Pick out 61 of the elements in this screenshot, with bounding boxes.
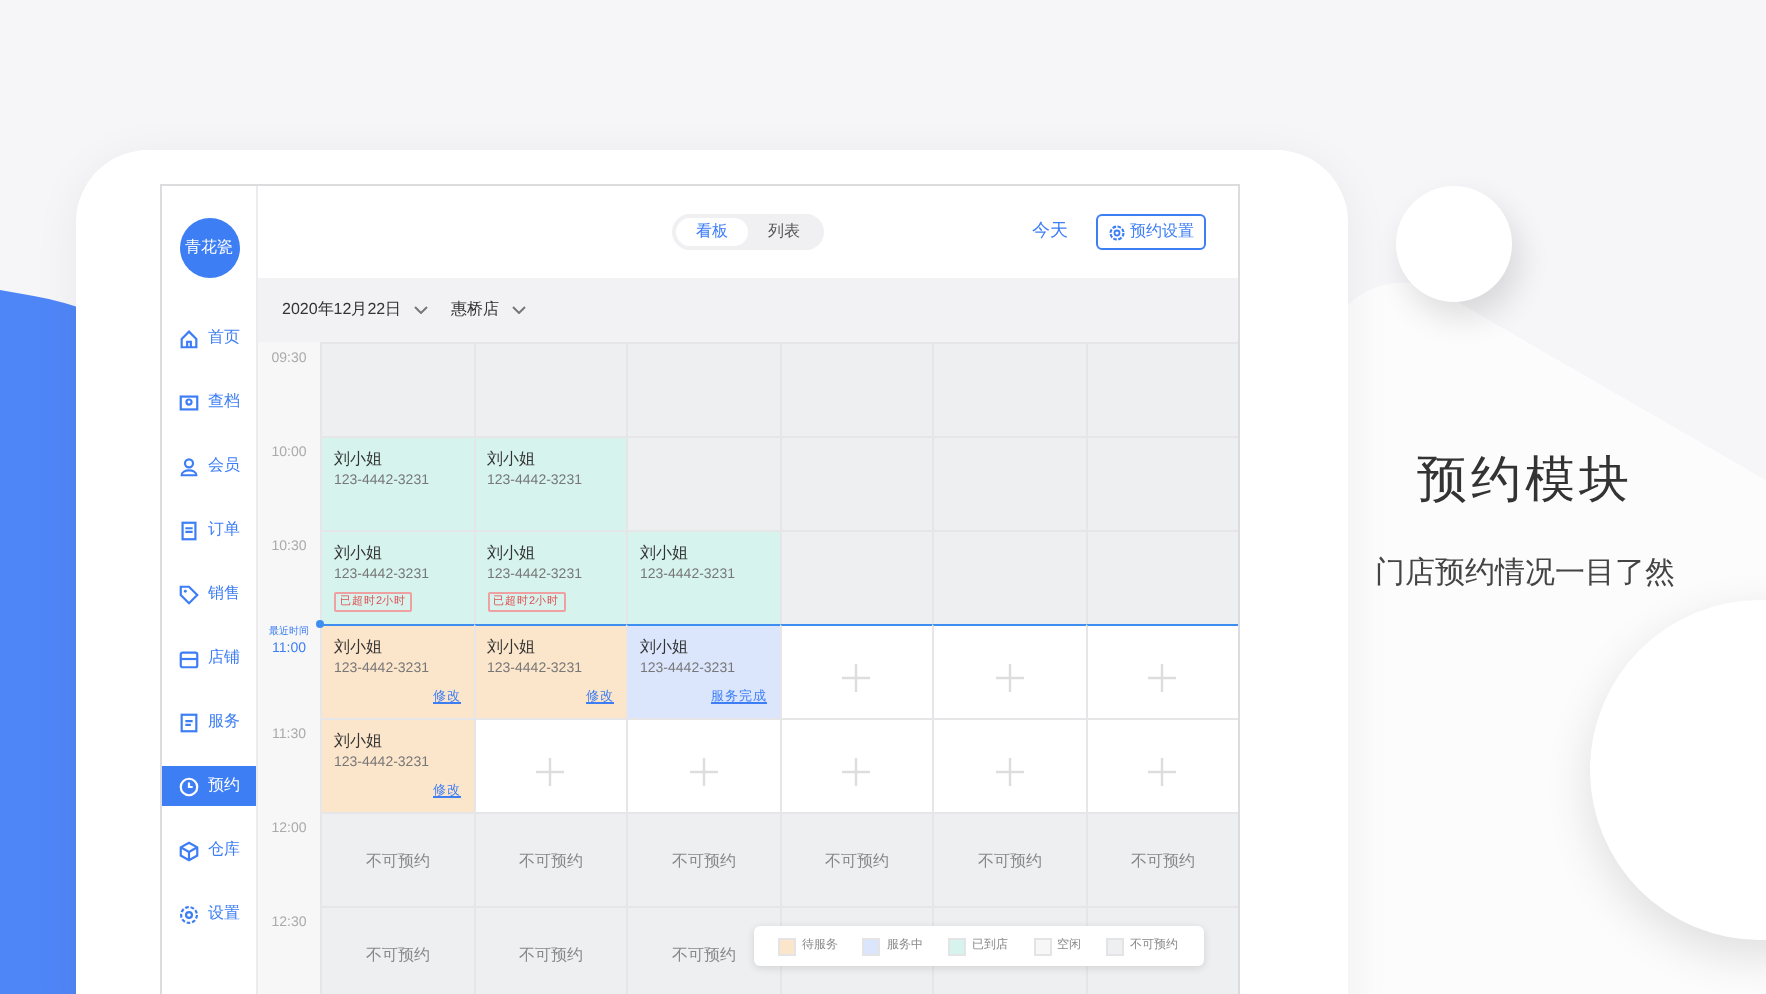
plus-icon: [536, 757, 565, 785]
plus-icon: [689, 757, 718, 785]
promo-subtitle: 门店预约情况一目了然: [1375, 553, 1675, 593]
sidebar-item[interactable]: 订单: [162, 510, 256, 550]
view-tab[interactable]: 列表: [748, 218, 820, 246]
customer-name: 刘小姐: [334, 448, 384, 470]
plus-icon: [995, 663, 1024, 691]
unavailable-label: 不可预约: [518, 943, 583, 967]
sidebar-item[interactable]: 会员: [162, 446, 256, 486]
free-slot[interactable]: [1085, 624, 1238, 718]
plus-icon: [842, 757, 871, 785]
plus-icon: [842, 663, 871, 691]
view-tab[interactable]: 看板: [676, 218, 748, 246]
customer-name: 刘小姐: [640, 636, 690, 658]
shop-icon: [178, 647, 200, 669]
customer-name: 刘小姐: [640, 542, 690, 564]
promo-title: 预约模块: [1417, 450, 1633, 512]
plus-icon: [1148, 757, 1177, 785]
unavailable-label: 不可预约: [365, 943, 430, 967]
unavailable-label: 不可预约: [977, 849, 1042, 873]
customer-name: 刘小姐: [334, 730, 384, 752]
unavailable-label: 不可预约: [671, 943, 736, 967]
plus-icon: [1148, 663, 1177, 691]
today-link[interactable]: 今天: [1032, 218, 1068, 246]
clock-icon: [178, 775, 200, 797]
unavailable-label: 不可预约: [518, 849, 583, 873]
house-icon: [178, 327, 200, 349]
sidebar-item[interactable]: 店铺: [162, 638, 256, 678]
sidebar-item[interactable]: 仓库: [162, 830, 256, 870]
chevron-down-icon: [413, 306, 428, 314]
list-icon: [178, 519, 200, 541]
logo: 青花瓷: [179, 218, 239, 278]
person-icon: [178, 455, 200, 477]
filter-dropdown[interactable]: 惠桥店: [451, 298, 526, 322]
sidebar-item[interactable]: 首页: [162, 318, 256, 358]
unavailable-label: 不可预约: [671, 849, 736, 873]
unavailable-label: 不可预约: [1130, 849, 1195, 873]
tag-icon: [178, 583, 200, 605]
sidebar-item[interactable]: 查档: [162, 382, 256, 422]
customer-name: 刘小姐: [487, 448, 537, 470]
chevron-down-icon: [511, 306, 526, 314]
customer-name: 刘小姐: [487, 636, 537, 658]
unavailable-label: 不可预约: [365, 849, 430, 873]
unavailable-label: 不可预约: [824, 849, 889, 873]
customer-name: 刘小姐: [487, 542, 537, 564]
customer-name: 刘小姐: [334, 542, 384, 564]
document-icon: [178, 711, 200, 733]
customer-name: 刘小姐: [334, 636, 384, 658]
filter-dropdown[interactable]: 2020年12月22日: [282, 298, 428, 322]
gear-icon: [1108, 223, 1126, 241]
booking-settings-button[interactable]: 预约设置: [1096, 214, 1206, 250]
sidebar-item[interactable]: 销售: [162, 574, 256, 614]
sidebar-item[interactable]: 服务: [162, 702, 256, 742]
box-icon: [178, 839, 200, 861]
gear-icon: [178, 903, 200, 925]
plus-icon: [995, 757, 1024, 785]
sidebar-item[interactable]: 设置: [162, 894, 256, 934]
id-card-icon: [178, 391, 200, 413]
sidebar-item[interactable]: 预约: [162, 766, 256, 806]
free-slot[interactable]: [932, 624, 1085, 718]
free-slot[interactable]: [779, 624, 932, 718]
